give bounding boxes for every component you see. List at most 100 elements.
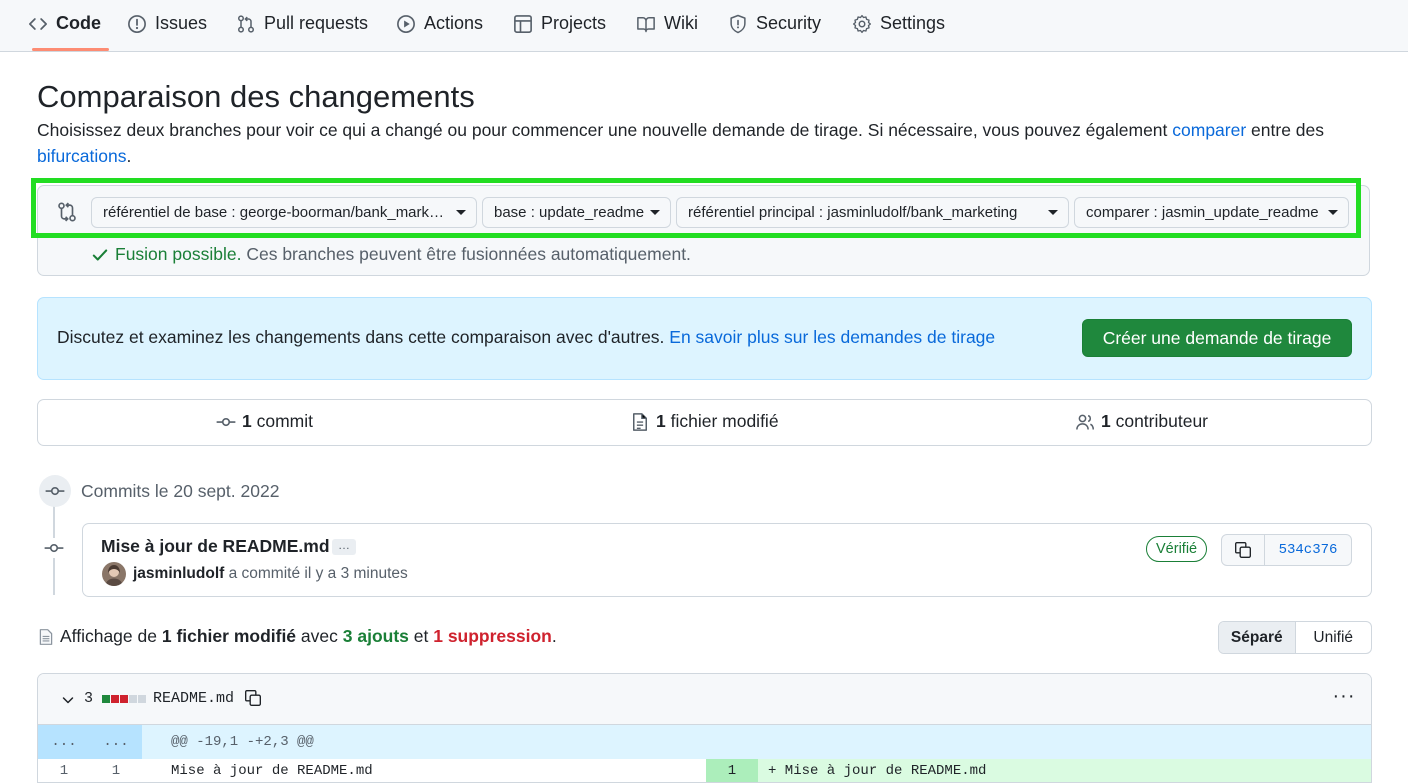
issue-opened-icon — [128, 14, 146, 33]
tab-label: Projects — [541, 13, 607, 33]
line-number-old[interactable]: 1 — [38, 759, 90, 782]
tab-issues[interactable]: Issues — [127, 0, 207, 47]
contributors-link[interactable]: 1 contributeur — [1075, 411, 1208, 432]
copy-sha-button[interactable] — [1222, 535, 1265, 565]
toc-additions: 3 ajouts — [342, 626, 409, 646]
page-description: Choisissez deux branches pour voir ce qu… — [37, 117, 1357, 169]
git-commit-icon — [44, 543, 64, 553]
diff-view-toggle: Séparé Unifié — [1218, 621, 1372, 654]
hunk-header-row: ... ... @@ -19,1 -+2,3 @@ — [38, 725, 1371, 759]
diffstat-neutral — [129, 695, 137, 703]
tab-label: Issues — [155, 13, 208, 33]
verified-badge[interactable]: Vérifié — [1146, 536, 1208, 562]
shield-icon — [730, 14, 746, 33]
play-icon — [397, 14, 415, 33]
commit-time: a commité il y a 3 minutes — [224, 565, 408, 582]
people-icon — [1076, 414, 1094, 430]
desc-text: Choisissez deux branches pour voir ce qu… — [37, 120, 1173, 140]
highlight-box — [31, 178, 1361, 238]
toc-files-changed[interactable]: 1 fichier modifié — [162, 626, 296, 646]
expand-up-button[interactable]: ... — [38, 725, 90, 759]
code-icon — [29, 17, 47, 30]
tab-projects[interactable]: Projects — [513, 0, 606, 47]
file-diff-icon — [633, 412, 647, 431]
diffstat-added — [102, 695, 110, 703]
commit-author-link[interactable]: jasminludolf — [133, 565, 224, 582]
timeline-commit-marker — [44, 538, 64, 558]
commits-count: 1 — [242, 411, 252, 431]
tab-pull-requests[interactable]: Pull requests — [236, 0, 368, 47]
commits-count-link[interactable]: 1 commit — [216, 411, 313, 432]
banner-text: Discutez et examinez les changements dan… — [57, 327, 995, 348]
commit-meta: jasminludolf a commité il y a 3 minutes — [133, 565, 408, 583]
tab-label: Security — [756, 13, 822, 33]
file-icon — [39, 628, 53, 645]
tab-label: Settings — [880, 13, 946, 33]
commit-title-link[interactable]: Mise à jour de README.md — [101, 536, 330, 557]
line-number-new[interactable]: 1 — [706, 759, 758, 782]
diff-toc: Affichage de 1 fichier modifié avec 3 aj… — [37, 626, 557, 647]
diff-line: 1 1 Mise à jour de README.md 1 + Mise à … — [38, 759, 1371, 782]
contributors-count: 1 — [1101, 411, 1111, 431]
git-commit-icon — [45, 486, 65, 496]
tab-actions[interactable]: Actions — [396, 0, 483, 47]
hunk-header-text: @@ -19,1 -+2,3 @@ — [171, 734, 314, 750]
table-icon — [514, 14, 532, 33]
book-icon — [637, 16, 655, 32]
diffstat-neutral — [138, 695, 146, 703]
copy-icon[interactable] — [244, 689, 262, 707]
unified-view-button[interactable]: Unifié — [1296, 622, 1372, 653]
split-view-button[interactable]: Séparé — [1219, 622, 1296, 653]
repo-nav: Code Issues Pull requests Actions Projec… — [0, 0, 1408, 52]
commit-sha-group: 534c376 — [1221, 534, 1352, 566]
commits-label: commit — [251, 411, 313, 431]
desc-text-end: . — [126, 146, 132, 166]
avatar[interactable] — [102, 562, 126, 586]
chevron-down-icon[interactable] — [60, 692, 76, 708]
expand-down-button[interactable]: ... — [90, 725, 142, 759]
user-avatar-image — [102, 562, 126, 586]
commit-expand-button[interactable]: … — [332, 539, 356, 555]
commits-date-heading: Commits le 20 sept. 2022 — [81, 481, 280, 501]
merge-status: Fusion possible. Ces branches peuvent êt… — [91, 244, 691, 265]
files-changed-link[interactable]: 1 fichier modifié — [630, 411, 779, 432]
tab-security[interactable]: Security — [728, 0, 821, 47]
learn-more-link[interactable]: En savoir plus sur les demandes de tirag… — [669, 327, 995, 347]
contributors-label: contributeur — [1110, 411, 1209, 431]
merge-ok-label: Fusion possible. — [115, 244, 242, 264]
file-header: 3 README.md ··· — [38, 674, 1371, 725]
kebab-horizontal-icon[interactable]: ··· — [1332, 686, 1356, 708]
files-label: fichier modifié — [665, 411, 779, 431]
toc-text-2: avec — [296, 626, 343, 646]
page-title: Comparaison des changements — [37, 79, 475, 114]
toc-text-4: . — [551, 626, 557, 646]
tab-code[interactable]: Code — [28, 0, 101, 47]
timeline-badge — [39, 475, 71, 507]
line-content-old: Mise à jour de README.md — [171, 763, 373, 779]
git-commit-icon — [216, 417, 236, 426]
toc-text: Affichage de — [60, 626, 162, 646]
compare-forks-link[interactable]: comparer — [1172, 120, 1246, 140]
git-pull-request-icon — [238, 14, 254, 33]
desc-text-middle: entre des — [1246, 120, 1325, 140]
commit-sha-link[interactable]: 534c376 — [1265, 535, 1351, 565]
tab-wiki[interactable]: Wiki — [636, 0, 698, 47]
file-diff: 3 README.md ··· ... ... @@ -19,1 -+2,3 @… — [37, 673, 1372, 783]
toc-text-3: et — [408, 626, 434, 646]
check-icon — [92, 248, 108, 261]
file-change-count: 3 — [84, 690, 94, 707]
create-pull-request-button[interactable]: Créer une demande de tirage — [1082, 319, 1352, 357]
diffstat-bar — [102, 695, 146, 703]
copy-icon — [1235, 542, 1251, 558]
merge-message: Ces branches peuvent être fusionnées aut… — [241, 244, 691, 264]
tab-label: Pull requests — [264, 13, 369, 33]
line-number-old-b[interactable]: 1 — [90, 759, 142, 782]
file-name-link[interactable]: README.md — [153, 690, 234, 707]
files-count: 1 — [656, 411, 666, 431]
tab-label: Wiki — [664, 13, 698, 33]
banner-message: Discutez et examinez les changements dan… — [57, 327, 670, 347]
tab-settings[interactable]: Settings — [852, 0, 945, 47]
forks-link[interactable]: bifurcations — [37, 146, 127, 166]
toc-deletions: 1 suppression — [433, 626, 552, 646]
diff-left-pane: 1 1 Mise à jour de README.md — [38, 759, 707, 782]
